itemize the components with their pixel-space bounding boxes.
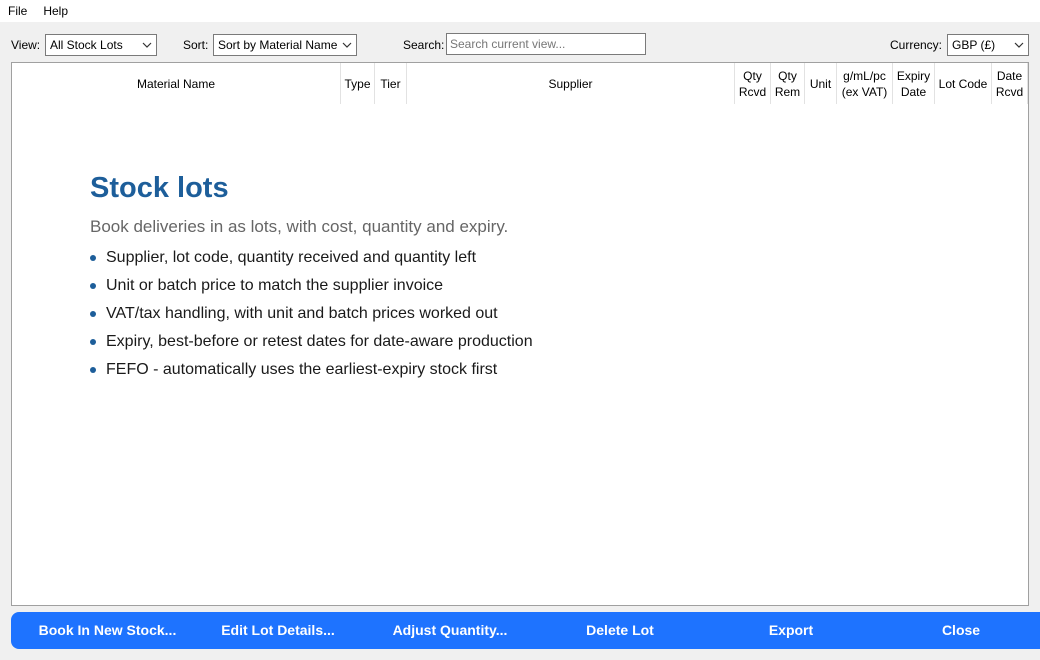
column-header-expiry-date[interactable]: Expiry Date (893, 63, 935, 104)
currency-select-value: GBP (£) (952, 38, 996, 52)
feature-list: Supplier, lot code, quantity received an… (90, 244, 790, 384)
column-header-qty-rem[interactable]: Qty Rem (771, 63, 805, 104)
list-item: FEFO - automatically uses the earliest-e… (90, 356, 790, 384)
column-header-tier[interactable]: Tier (375, 63, 407, 104)
edit-lot-details-button[interactable]: Edit Lot Details... (193, 612, 363, 649)
column-header-unit[interactable]: Unit (805, 63, 837, 104)
bullet-icon (90, 255, 96, 261)
menu-help[interactable]: Help (35, 0, 76, 22)
sort-label: Sort: (183, 38, 209, 52)
view-select[interactable]: All Stock Lots (45, 34, 157, 56)
search-input[interactable] (446, 33, 646, 55)
book-in-new-stock-button[interactable]: Book In New Stock... (11, 612, 204, 649)
view-label: View: (11, 38, 41, 52)
feature-text: Expiry, best-before or retest dates for … (106, 333, 533, 350)
export-button[interactable]: Export (706, 612, 876, 649)
list-item: Expiry, best-before or retest dates for … (90, 328, 790, 356)
chevron-down-icon (142, 42, 152, 48)
column-header-supplier[interactable]: Supplier (407, 63, 735, 104)
delete-lot-button[interactable]: Delete Lot (535, 612, 705, 649)
column-header-type[interactable]: Type (341, 63, 375, 104)
view-select-value: All Stock Lots (50, 38, 123, 52)
column-header-price-per-unit[interactable]: g/mL/pc (ex VAT) (837, 63, 893, 104)
feature-text: Supplier, lot code, quantity received an… (106, 249, 477, 266)
chevron-down-icon (342, 42, 352, 48)
bullet-icon (90, 311, 96, 317)
list-item: Supplier, lot code, quantity received an… (90, 244, 790, 272)
menu-file[interactable]: File (0, 0, 35, 22)
sort-select-value: Sort by Material Name (218, 38, 338, 52)
feature-text: VAT/tax handling, with unit and batch pr… (106, 305, 498, 322)
bullet-icon (90, 283, 96, 289)
feature-text: FEFO - automatically uses the earliest-e… (106, 361, 498, 378)
currency-label: Currency: (890, 38, 943, 52)
bullet-icon (90, 367, 96, 373)
stock-lots-table[interactable]: Material Name Type Tier Supplier Qty Rcv… (11, 62, 1029, 606)
bullet-icon (90, 339, 96, 345)
action-bar: Book In New Stock... Edit Lot Details...… (11, 612, 1040, 649)
list-item: Unit or batch price to match the supplie… (90, 272, 790, 300)
column-header-lot-code[interactable]: Lot Code (935, 63, 992, 104)
menu-bar: File Help (0, 0, 1040, 22)
column-header-qty-rcvd[interactable]: Qty Rcvd (735, 63, 771, 104)
close-button[interactable]: Close (876, 612, 1040, 649)
empty-state-subtitle: Book deliveries in as lots, with cost, q… (90, 217, 509, 236)
feature-text: Unit or batch price to match the supplie… (106, 277, 444, 294)
sort-select[interactable]: Sort by Material Name (213, 34, 357, 56)
empty-state: Stock lots Book deliveries in as lots, w… (90, 170, 790, 384)
currency-select[interactable]: GBP (£) (947, 34, 1029, 56)
column-header-date-rcvd[interactable]: Date Rcvd (992, 63, 1028, 104)
list-item: VAT/tax handling, with unit and batch pr… (90, 300, 790, 328)
column-header-material-name[interactable]: Material Name (12, 63, 341, 104)
search-label: Search: (403, 38, 445, 52)
adjust-quantity-button[interactable]: Adjust Quantity... (365, 612, 535, 649)
toolbar: View: All Stock Lots Sort: Sort by Mater… (0, 22, 1040, 62)
table-header: Material Name Type Tier Supplier Qty Rcv… (12, 63, 1028, 104)
empty-state-title: Stock lots (90, 172, 229, 204)
chevron-down-icon (1014, 42, 1024, 48)
